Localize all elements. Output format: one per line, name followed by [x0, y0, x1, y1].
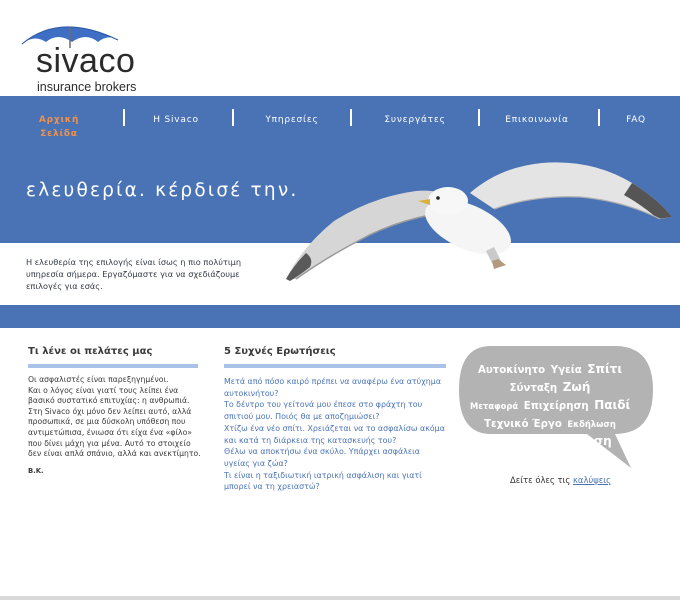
coverage-word[interactable]: Μεταφορά [470, 401, 518, 411]
faq-rule [224, 364, 446, 368]
hero-bottom-bar [0, 305, 680, 328]
coverage-caption: Δείτε όλες τις καλύψεις [510, 475, 611, 485]
nav-item-home[interactable]: Αρχική Σελίδα [20, 113, 98, 139]
coverage-caption-text: Δείτε όλες τις [510, 475, 571, 485]
coverage-link[interactable]: καλύψεις [573, 475, 611, 485]
nav-item-services[interactable]: Υπηρεσίες [258, 113, 326, 127]
hero-text: Η ελευθερία της επιλογής είναι ίσως η πι… [26, 257, 242, 291]
logo-tagline: insurance brokers [37, 80, 137, 94]
logo[interactable]: sivaco insurance brokers [20, 18, 170, 94]
coverage-word[interactable]: Ζωή [563, 380, 591, 394]
nav-item-contact[interactable]: Επικοινωνία [498, 113, 576, 127]
nav-separator [350, 109, 352, 126]
coverage-word-row: Ταξίδι Αποταμίευση [470, 432, 630, 450]
logo-wordmark: sivaco [36, 42, 136, 80]
coverage-word[interactable]: Υγεία [551, 365, 582, 376]
faq-question-link[interactable]: Τι είναι η ταξιδιωτική ιατρική ασφάλιση … [224, 470, 446, 493]
coverage-word[interactable]: Αυτοκίνητο [478, 365, 545, 376]
coverage-word[interactable]: Επιχείρηση [524, 401, 589, 412]
nav-separator [123, 109, 125, 126]
nav-item-partners[interactable]: Συνεργάτες [376, 113, 454, 127]
nav-item-faq[interactable]: FAQ [620, 113, 652, 127]
faq-question-link[interactable]: Μετά από πόσο καιρό πρέπει να αναφέρω έν… [224, 376, 446, 399]
footer-line [0, 596, 680, 600]
faq-question-link[interactable]: Θέλω να αποκτήσω ένα σκύλο. Υπάρχει ασφά… [224, 446, 446, 469]
coverage-word-row: Αυτοκίνητο Υγεία Σπίτι [470, 360, 630, 378]
testimonial-quote: Οι ασφαλιστές είναι παρεξηγημένοι. Και ο… [28, 375, 204, 460]
faq-question-link[interactable]: Χτίζω ένα νέο σπίτι. Χρειάζεται να το ασ… [224, 423, 446, 446]
coverage-word-row: Μεταφορά Επιχείρηση Παιδί [470, 396, 630, 414]
testimonial-signature: Β.Κ. [28, 467, 44, 475]
coverage-word[interactable]: Αποταμίευση [523, 434, 612, 448]
hero-title: ελευθερία. κέρδισέ την. [26, 180, 299, 201]
nav-item-about[interactable]: Η Sivaco [146, 113, 206, 127]
coverage-word[interactable]: Σπίτι [587, 362, 622, 376]
coverage-word-row: Σύνταξη Ζωή [470, 378, 630, 396]
nav-separator [598, 109, 600, 126]
coverage-word[interactable]: Παιδί [594, 398, 630, 412]
coverage-word[interactable]: Εκδήλωση [567, 419, 615, 429]
coverage-word-cloud: Αυτοκίνητο Υγεία Σπίτι Σύνταξη Ζωή Μεταφορ… [470, 360, 630, 450]
faq-question-link[interactable]: Το δέντρο του γείτονά μου έπεσε στο φράχ… [224, 399, 446, 422]
testimonials-heading: Τι λένε οι πελάτες μας [28, 346, 153, 357]
faq-list: Μετά από πόσο καιρό πρέπει να αναφέρω έν… [224, 376, 446, 493]
nav-separator [478, 109, 480, 126]
testimonial-paragraph: Οι ασφαλιστές είναι παρεξηγημένοι. [28, 375, 169, 384]
faq-heading: 5 Συχνές Ερωτήσεις [224, 346, 336, 357]
page: sivaco insurance brokers Αρχική Σελίδα Η… [0, 0, 680, 600]
coverage-word[interactable]: Σύνταξη [510, 383, 558, 394]
seagull-image [286, 162, 672, 281]
testimonials-rule [28, 364, 198, 368]
coverage-word[interactable]: Τεχνικό Έργο [484, 419, 562, 430]
testimonial-paragraph: Και ο λόγος είναι γιατί τους λείπει ένα … [28, 385, 201, 459]
coverage-word-row: Τεχνικό Έργο Εκδήλωση [470, 414, 630, 432]
coverage-word[interactable]: Ταξίδι [488, 437, 517, 447]
main-nav: Αρχική Σελίδα Η Sivaco Υπηρεσίες Συνεργά… [0, 96, 680, 143]
nav-separator [232, 109, 234, 126]
